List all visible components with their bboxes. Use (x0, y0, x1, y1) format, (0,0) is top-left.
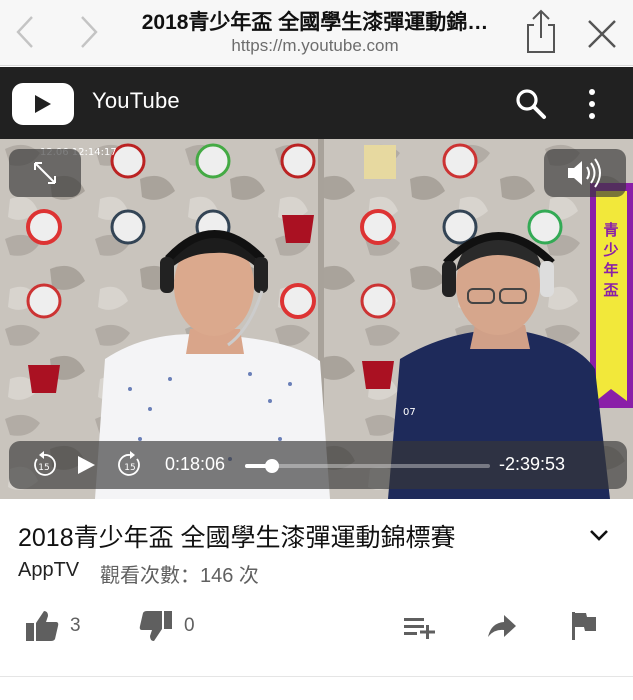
chevron-left-icon (16, 16, 33, 48)
fullscreen-button[interactable] (9, 149, 81, 197)
svg-text:盃: 盃 (603, 281, 618, 299)
rewind-15-icon: 15 (34, 451, 56, 476)
chevron-right-icon (81, 16, 98, 48)
svg-text:青: 青 (603, 221, 618, 239)
dislike-count: 0 (184, 615, 195, 636)
time-remaining: -2:39:53 (499, 454, 566, 474)
url-display[interactable]: https://m.youtube.com (120, 36, 510, 56)
rewind-15-button[interactable]: 15 (31, 449, 57, 481)
seek-handle[interactable] (264, 459, 279, 473)
close-icon (588, 20, 616, 48)
share-button[interactable] (486, 606, 518, 646)
view-count: 觀看次數：146 次 (100, 565, 259, 587)
thumbs-up-icon (26, 611, 59, 641)
share-icon (488, 615, 516, 637)
chevron-down-icon (590, 530, 608, 541)
volume-button[interactable] (544, 149, 626, 197)
action-bar: 3 0 (0, 596, 633, 656)
play-icon (78, 456, 95, 474)
share-icon (527, 9, 555, 53)
flag-icon (572, 612, 596, 640)
forward-button[interactable] (74, 14, 104, 50)
volume-icon (568, 158, 601, 188)
play-button[interactable] (75, 449, 99, 481)
forward-15-icon: 15 (118, 451, 140, 476)
video-title: 2018青少年盃 全國學生漆彈運動錦標賽 (18, 524, 456, 552)
time-elapsed: 0:18:06 (165, 454, 226, 474)
report-button[interactable] (570, 606, 598, 646)
svg-text:07: 07 (403, 407, 416, 418)
add-to-playlist-button[interactable] (402, 606, 436, 646)
seek-bar[interactable] (245, 459, 490, 473)
playback-controls: 15 15 0:18:06 -2:39:53 (9, 441, 627, 489)
back-button[interactable] (10, 14, 40, 50)
svg-text:15: 15 (124, 463, 135, 473)
search-icon (516, 89, 546, 119)
svg-text:15: 15 (38, 463, 49, 473)
like-button[interactable]: 3 (24, 606, 81, 646)
thumbs-down-icon (139, 611, 172, 641)
youtube-wordmark[interactable]: YouTube (92, 88, 180, 114)
more-options-button[interactable] (580, 87, 604, 121)
youtube-logo[interactable] (12, 83, 74, 125)
browser-share-button[interactable] (522, 8, 560, 54)
video-player[interactable]: 青 少 年 盃 07 12:14:17 15 15 0:18:06 -2:39:… (0, 139, 633, 499)
forward-15-button[interactable]: 15 (117, 449, 143, 481)
divider (0, 676, 633, 677)
expand-description-button[interactable] (584, 522, 614, 548)
event-banner: 青 少 年 盃 (590, 183, 633, 408)
browser-bar: 2018青少年盃 全國學生漆彈運動錦… https://m.youtube.co… (0, 0, 633, 66)
page-title: 2018青少年盃 全國學生漆彈運動錦… (141, 11, 489, 34)
close-button[interactable] (586, 18, 618, 50)
youtube-logo-icon (35, 95, 51, 113)
youtube-header: YouTube (0, 67, 633, 139)
svg-text:少: 少 (602, 241, 618, 259)
like-count: 3 (70, 615, 81, 636)
add-to-playlist-icon (404, 618, 435, 639)
dislike-button[interactable]: 0 (138, 606, 195, 646)
svg-text:年: 年 (603, 261, 618, 279)
more-vertical-icon (589, 89, 595, 119)
fullscreen-icon (34, 162, 56, 184)
search-button[interactable] (514, 87, 548, 121)
channel-name[interactable]: AppTV (18, 559, 79, 582)
